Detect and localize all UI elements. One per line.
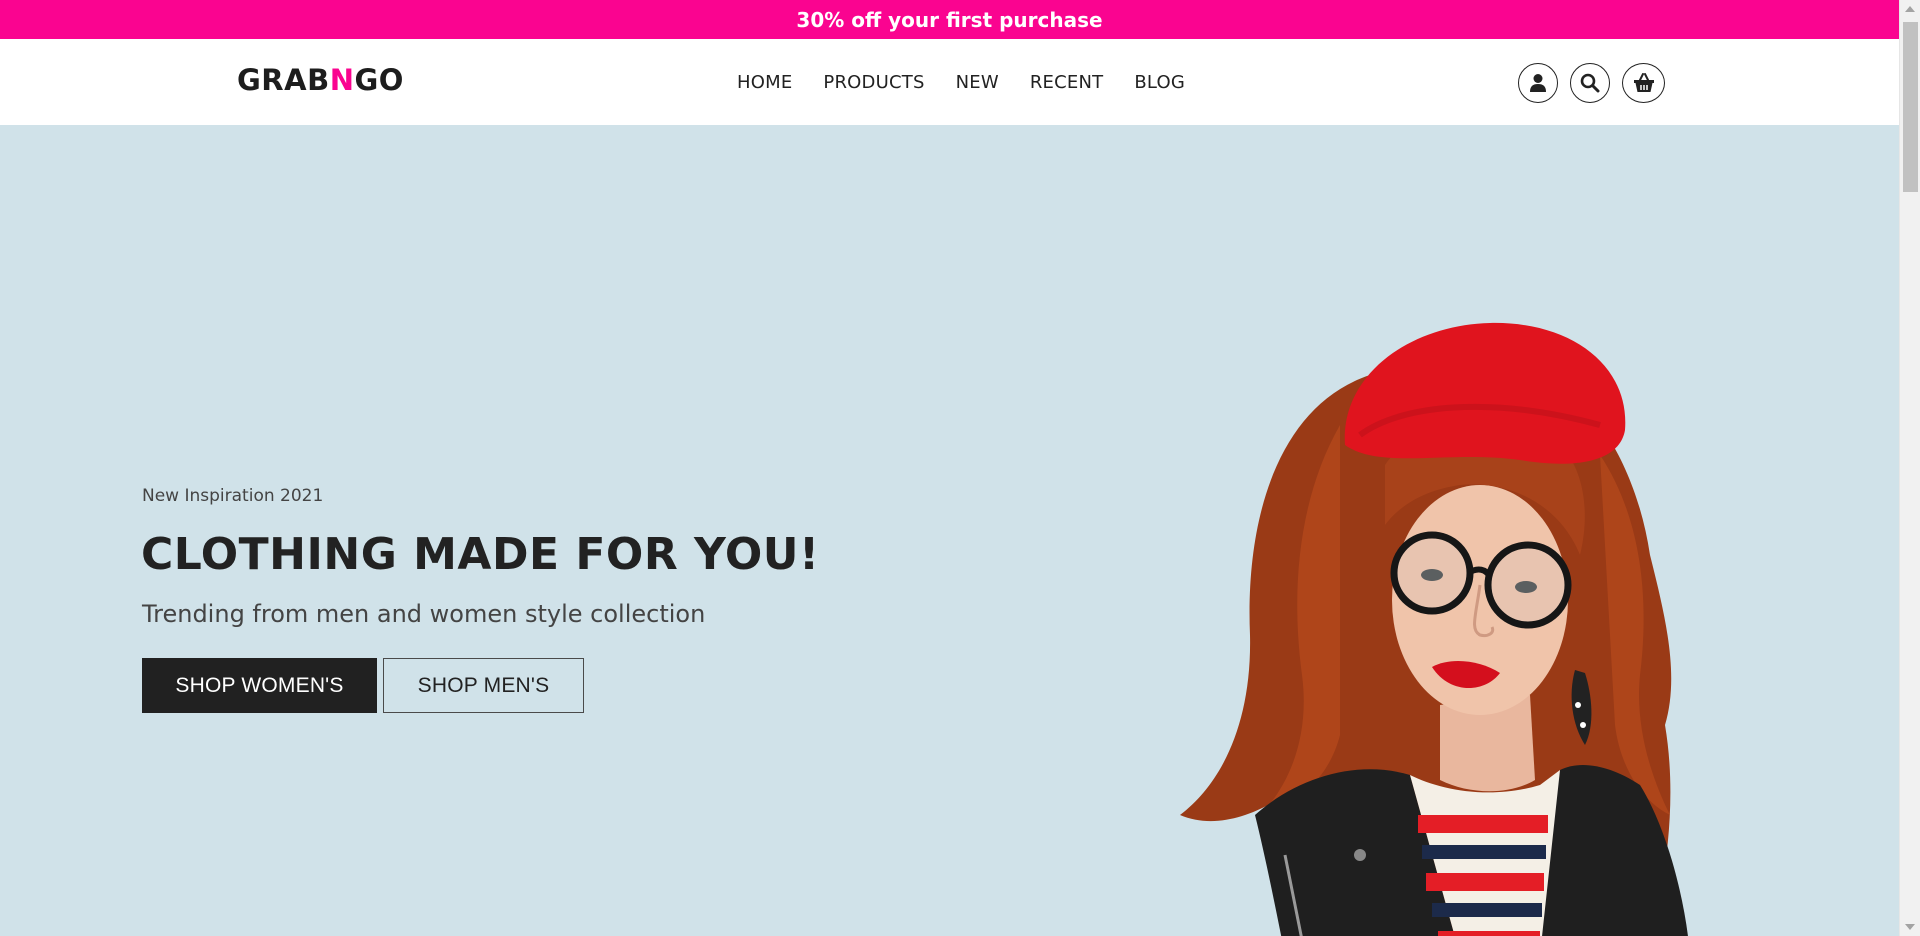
nav-blog[interactable]: BLOG (1134, 72, 1185, 93)
cart-button[interactable] (1622, 63, 1665, 103)
logo-highlight: N (329, 63, 355, 97)
vertical-scrollbar[interactable] (1899, 0, 1920, 936)
brand-logo[interactable]: GRABNGO (237, 63, 404, 97)
hero-subline: Trending from men and women style collec… (142, 600, 706, 628)
search-icon (1580, 73, 1600, 93)
nav-products[interactable]: PRODUCTS (823, 72, 924, 93)
site-header: GRABNGO HOME PRODUCTS NEW RECENT BLOG (0, 39, 1899, 125)
hero-banner: New Inspiration 2021 CLOTHING MADE FOR Y… (0, 125, 1899, 936)
user-icon (1530, 74, 1546, 92)
logo-suffix: GO (354, 63, 404, 97)
shop-womens-button[interactable]: SHOP WOMEN'S (142, 658, 377, 713)
logo-prefix: GRAB (237, 63, 330, 97)
nav-recent[interactable]: RECENT (1030, 72, 1103, 93)
promo-banner: 30% off your first purchase (0, 0, 1899, 39)
search-button[interactable] (1570, 63, 1610, 103)
promo-text: 30% off your first purchase (796, 7, 1103, 32)
shop-mens-button[interactable]: SHOP MEN'S (383, 658, 584, 713)
hero-eyebrow: New Inspiration 2021 (142, 486, 324, 506)
account-button[interactable] (1518, 63, 1558, 103)
scroll-down-arrow-icon[interactable] (1905, 924, 1915, 930)
basket-icon (1633, 73, 1654, 92)
hero-model-image (1180, 322, 1688, 936)
header-actions (1518, 63, 1665, 103)
scroll-up-arrow-icon[interactable] (1905, 6, 1915, 12)
scroll-thumb[interactable] (1903, 22, 1918, 192)
main-nav: HOME PRODUCTS NEW RECENT BLOG (737, 72, 1185, 93)
nav-new[interactable]: NEW (956, 72, 999, 93)
nav-home[interactable]: HOME (737, 72, 792, 93)
hero-headline: CLOTHING MADE FOR YOU! (141, 529, 820, 580)
